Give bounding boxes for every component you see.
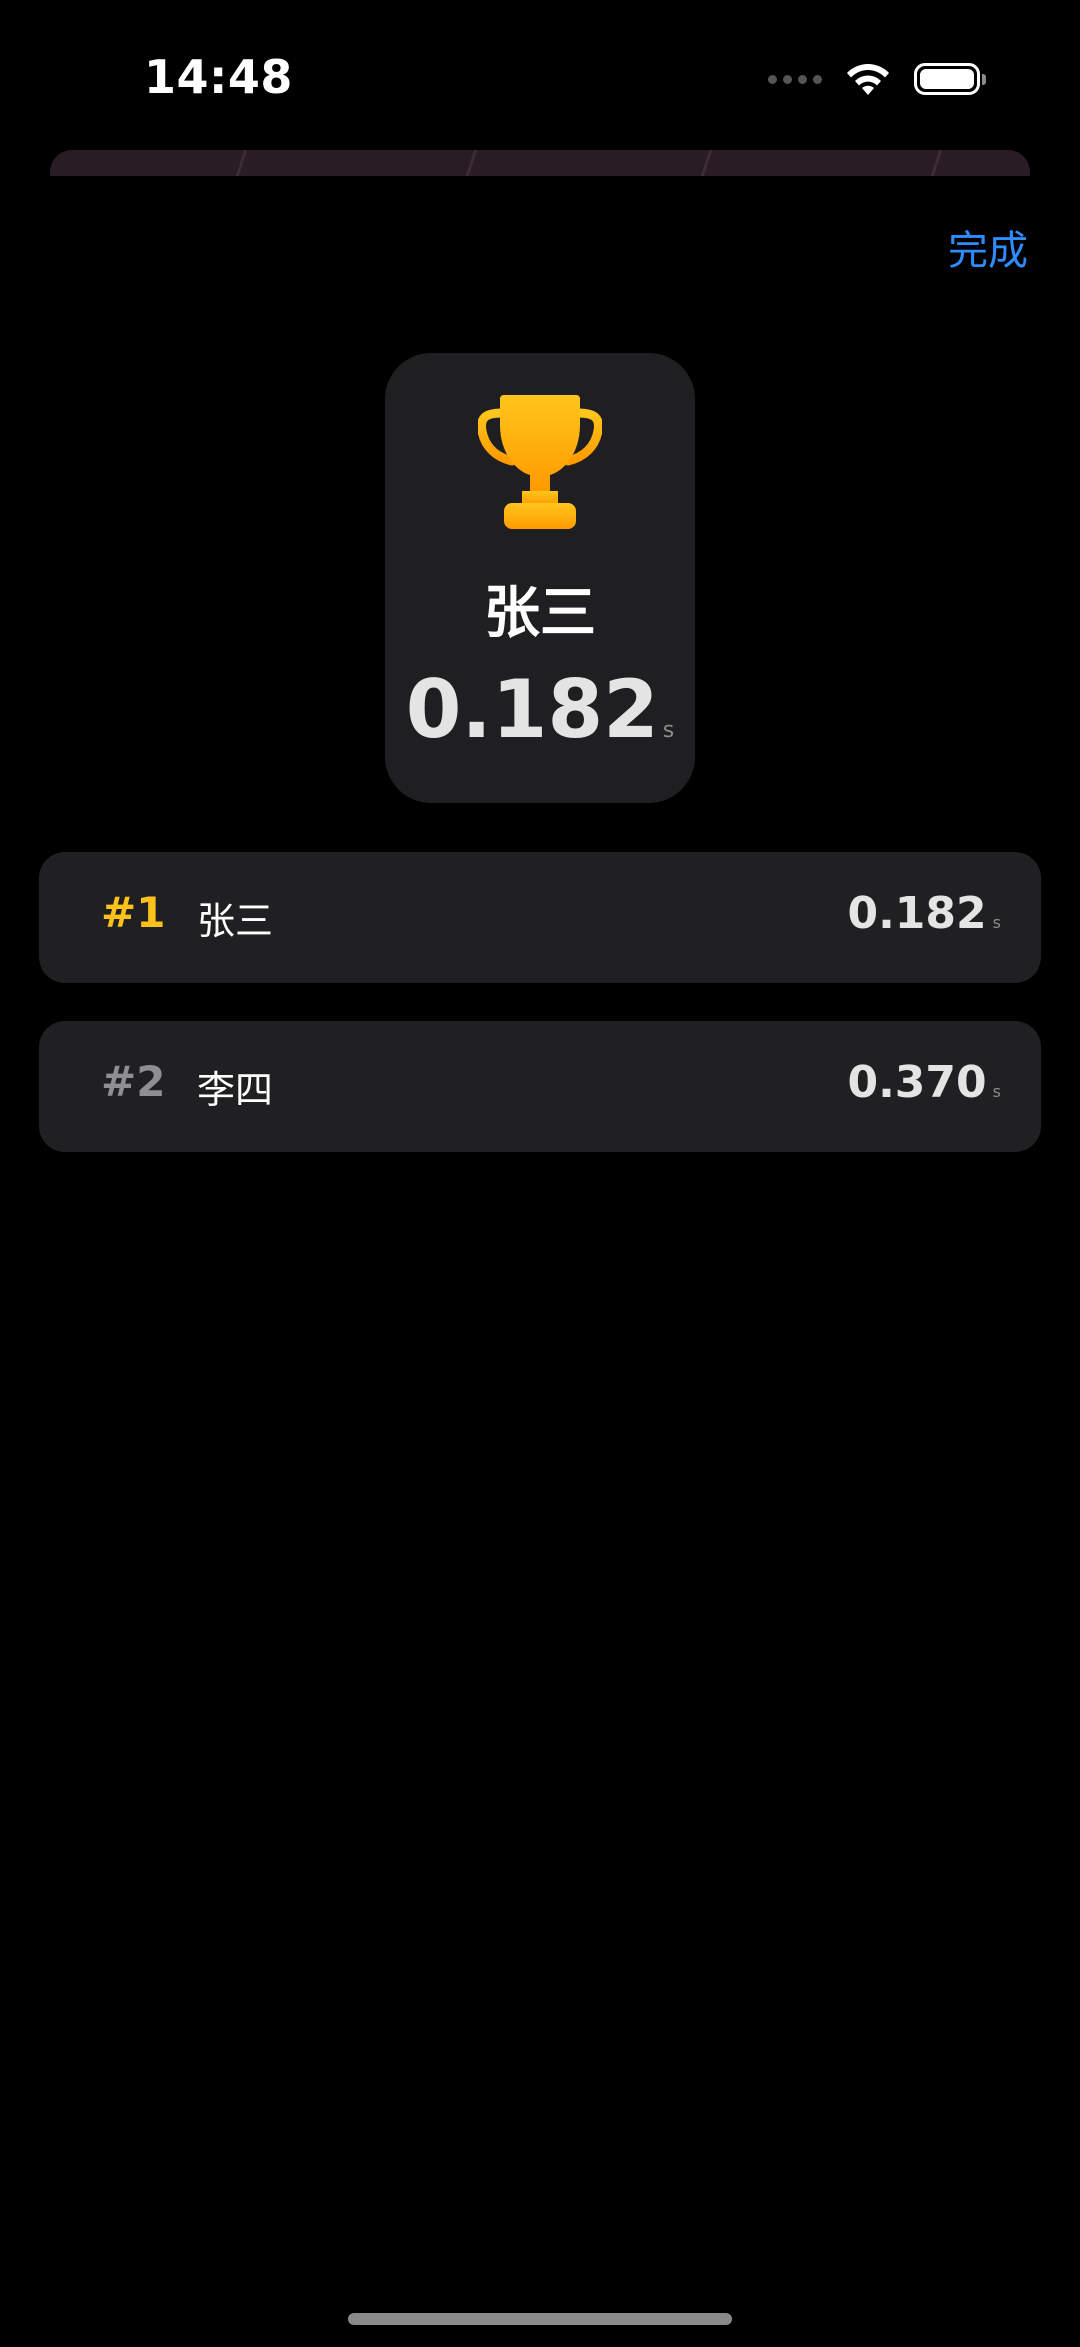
player-time: 0.370 s — [847, 1057, 1001, 1108]
player-time-unit: s — [992, 913, 1001, 932]
done-button[interactable]: 完成 — [948, 218, 1028, 276]
status-icons — [768, 58, 986, 100]
player-name: 李四 — [197, 1068, 274, 1112]
winner-card: 张三 0.182 s — [385, 353, 695, 803]
status-time: 14:48 — [144, 50, 293, 104]
winner-time: 0.182 s — [385, 663, 695, 756]
leaderboard-row-1[interactable]: #1 张三 0.182 s — [39, 852, 1041, 983]
player-time: 0.182 s — [847, 888, 1001, 939]
leaderboard-row-2[interactable]: #2 李四 0.370 s — [39, 1021, 1041, 1152]
trophy-icon — [478, 395, 602, 529]
winner-name: 张三 — [484, 581, 596, 646]
player-time-value: 0.182 — [847, 888, 987, 939]
player-time-unit: s — [992, 1082, 1001, 1101]
background-sheet-edge — [50, 150, 1030, 176]
wifi-icon — [847, 64, 889, 95]
rank-label: #2 — [101, 1057, 166, 1106]
cellular-signal-icon — [768, 74, 822, 84]
winner-time-unit: s — [662, 718, 675, 743]
home-indicator[interactable] — [348, 2313, 732, 2325]
winner-time-value: 0.182 — [405, 663, 659, 756]
battery-icon — [914, 63, 986, 95]
player-time-value: 0.370 — [847, 1057, 987, 1108]
player-name: 张三 — [197, 899, 274, 943]
rank-label: #1 — [101, 888, 166, 937]
